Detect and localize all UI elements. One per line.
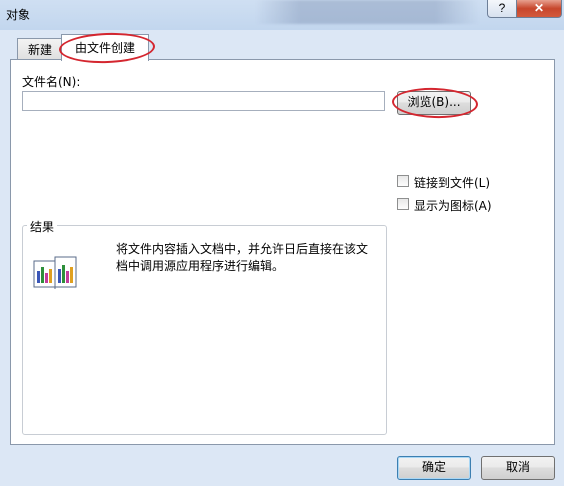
object-dialog: 对象 ? ✕ 新建 由文件创建 文件名(N): 浏览(B)... 链接到文件(L… — [0, 0, 564, 486]
browse-button[interactable]: 浏览(B)... — [397, 91, 471, 115]
display-as-icon-checkbox[interactable] — [397, 198, 409, 210]
result-description: 将文件内容插入文档中，并允许日后直接在该文档中调用源应用程序进行编辑。 — [116, 242, 369, 273]
tab-from-file[interactable]: 由文件创建 — [61, 34, 149, 61]
cancel-button[interactable]: 取消 — [481, 456, 555, 480]
link-to-file-label: 链接到文件(L) — [414, 176, 491, 190]
close-button[interactable]: ✕ — [516, 0, 562, 18]
background-blur — [255, 0, 480, 24]
help-button[interactable]: ? — [487, 0, 517, 18]
help-icon: ? — [498, 1, 506, 15]
dialog-title: 对象 — [6, 8, 31, 22]
filename-input[interactable] — [22, 91, 385, 111]
title-bar: 对象 ? ✕ — [0, 0, 564, 26]
display-as-icon-label: 显示为图标(A) — [414, 199, 492, 213]
result-title: 结果 — [27, 218, 58, 235]
ok-button[interactable]: 确定 — [397, 456, 471, 480]
tab-new-label: 新建 — [27, 43, 52, 57]
tab-new[interactable]: 新建 — [17, 38, 63, 61]
filename-label: 文件名(N): — [22, 75, 81, 89]
embedded-document-icon — [33, 256, 77, 290]
link-to-file-checkbox[interactable] — [397, 175, 409, 187]
close-icon: ✕ — [533, 1, 545, 15]
tab-from-file-label: 由文件创建 — [74, 41, 135, 55]
